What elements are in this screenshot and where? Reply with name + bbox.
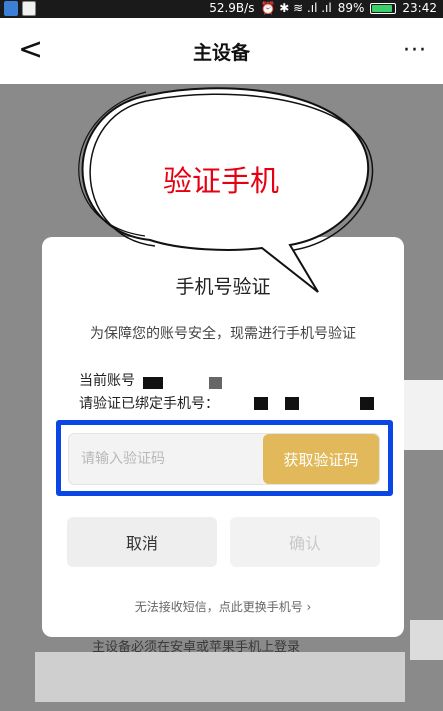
redacted-account: [143, 377, 163, 389]
background-fragment: [400, 380, 443, 450]
redacted-account: [209, 377, 222, 389]
battery-icon: [370, 2, 397, 14]
get-code-button[interactable]: 获取验证码: [263, 434, 379, 484]
annotation-text: 验证手机: [163, 164, 280, 198]
status-bar: 52.9B/s ⏰ ✱ ≋ .ıl .ıl 89% 23:42: [0, 0, 443, 18]
clock: 23:42: [402, 1, 437, 15]
shield-app-icon: [4, 1, 18, 16]
verification-code-input[interactable]: [69, 434, 269, 484]
redacted-phone: [360, 397, 374, 410]
status-bar-notifications: [4, 1, 36, 16]
signal-icons: ⏰ ✱ ≋ .ıl .ıl: [260, 1, 332, 15]
change-phone-link[interactable]: 无法接收短信，点此更换手机号 ›: [42, 598, 404, 615]
redacted-phone: [285, 397, 299, 410]
bound-phone-label: 请验证已绑定手机号：: [79, 396, 219, 412]
screen: 52.9B/s ⏰ ✱ ≋ .ıl .ıl 89% 23:42 < 主设备 ··…: [0, 0, 443, 711]
network-speed: 52.9B/s: [209, 1, 255, 15]
navigation-bar: < 主设备 ···: [0, 18, 443, 84]
code-input-group: 获取验证码: [68, 433, 380, 485]
more-options-icon[interactable]: ···: [403, 38, 427, 63]
status-bar-system: 52.9B/s ⏰ ✱ ≋ .ıl .ıl 89% 23:42: [209, 1, 437, 15]
current-account-label: 当前账号: [79, 373, 135, 389]
background-fragment: [35, 652, 405, 702]
redacted-phone: [254, 397, 268, 410]
battery-percent: 89%: [337, 1, 365, 15]
dialog-description: 为保障您的账号安全，现需进行手机号验证: [90, 326, 356, 342]
page-title: 主设备: [192, 42, 250, 64]
highlight-box: 获取验证码: [56, 420, 393, 496]
confirm-button[interactable]: 确认: [230, 517, 380, 567]
battery-fill: [372, 4, 392, 12]
background-fragment: [410, 620, 443, 660]
dialog-title: 手机号验证: [175, 276, 271, 298]
qq-app-icon: [22, 1, 36, 16]
cancel-button[interactable]: 取消: [67, 517, 217, 567]
